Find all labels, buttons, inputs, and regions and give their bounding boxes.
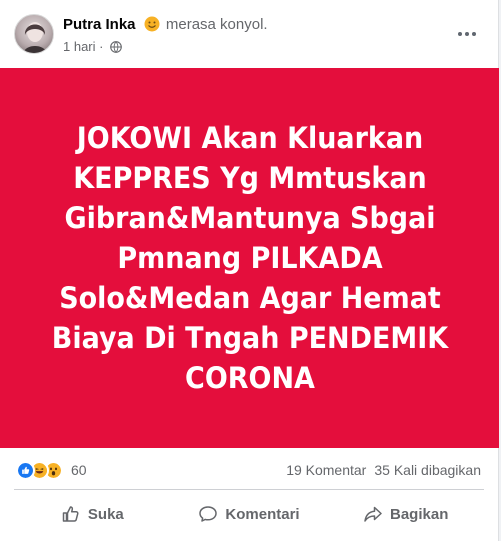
avatar-photo [23, 22, 47, 53]
post-text: JOKOWI Akan Kluarkan KEPPRES Yg Mmtuskan… [45, 118, 454, 398]
post-timestamp[interactable]: 1 hari [63, 39, 96, 54]
post-stats: 19 Komentar 35 Kali dibagikan [286, 462, 481, 478]
comment-button[interactable]: Komentari [171, 496, 328, 532]
share-button[interactable]: Bagikan [327, 496, 484, 532]
comment-bubble-icon [199, 506, 218, 522]
reaction-count: 60 [71, 462, 87, 478]
thumbs-up-icon [62, 506, 79, 522]
more-options-icon[interactable] [454, 24, 480, 44]
post-text-line: KEPPRES Yg Mmtuskan [72, 161, 427, 195]
like-icon [16, 460, 35, 480]
divider [14, 489, 484, 490]
author-name[interactable]: Putra Inka [63, 16, 136, 33]
post-content-background: JOKOWI Akan Kluarkan KEPPRES Yg Mmtuskan… [0, 68, 499, 448]
post-card: Putra Inka merasa konyol. 1 hari · JOKOW… [0, 0, 499, 541]
post-text-line: JOKOWI Akan Kluarkan [76, 121, 423, 155]
like-button[interactable]: Suka [14, 496, 171, 532]
comment-count-link[interactable]: 19 Komentar [286, 462, 366, 478]
more-dot [472, 32, 476, 36]
post-title-line: Putra Inka merasa konyol. [63, 16, 268, 34]
post-text-line: CORONA [184, 361, 315, 395]
author-avatar[interactable] [14, 14, 54, 54]
smiling-face-emoji-icon [144, 16, 160, 32]
more-dot [465, 32, 469, 36]
post-meta: 1 hari · [63, 39, 122, 54]
like-label: Suka [87, 505, 124, 523]
more-dot [458, 32, 462, 36]
post-text-line: Solo&Medan Agar Hemat [58, 281, 441, 315]
feeling-text: merasa konyol. [165, 16, 268, 33]
post-text-line: Biaya Di Tngah PENDEMIK [51, 321, 448, 355]
post-actions: Suka Komentari Bagikan [14, 496, 484, 532]
reactions-summary[interactable]: 60 [16, 460, 87, 480]
share-arrow-icon [364, 506, 382, 522]
post-text-line: Gibran&Mantunya Sbgai [63, 201, 436, 235]
globe-icon [110, 41, 122, 53]
share-label: Bagikan [390, 505, 449, 523]
comment-label: Komentari [225, 505, 300, 523]
post-text-line: Pmnang PILKADA [116, 241, 383, 275]
meta-separator: · [99, 39, 104, 54]
post-header: Putra Inka merasa konyol. 1 hari · [0, 0, 498, 68]
share-count-link[interactable]: 35 Kali dibagikan [374, 462, 481, 478]
